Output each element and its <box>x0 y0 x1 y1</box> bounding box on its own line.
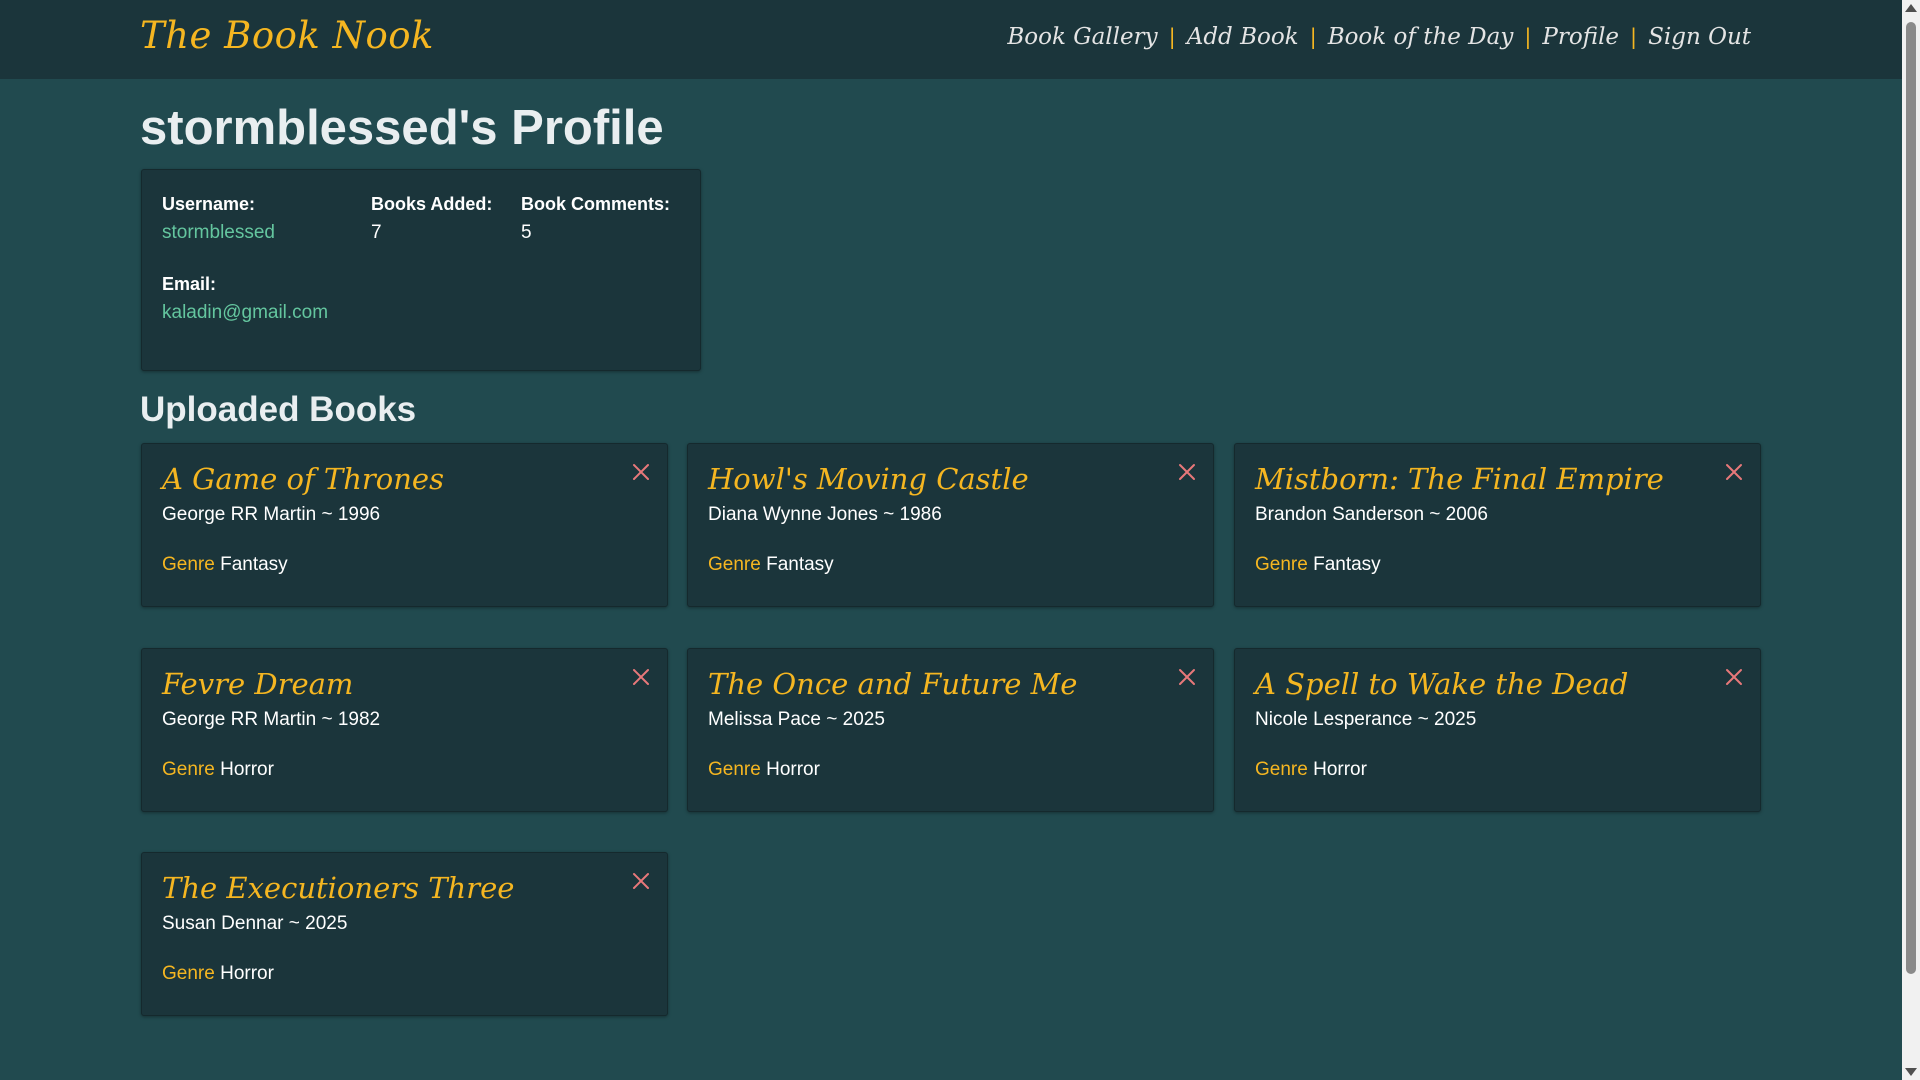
navbar: The Book Nook Book Gallery | Add Book | … <box>0 0 1902 79</box>
genre-label: Genre <box>1255 759 1308 780</box>
book-card[interactable]: The Once and Future Me Melissa Pace ~ 20… <box>687 648 1214 812</box>
brand-logo[interactable]: The Book Nook <box>140 14 434 57</box>
nav-separator: | <box>1630 25 1638 49</box>
book-author-year: George RR Martin ~ 1982 <box>162 709 381 730</box>
profile-card: Username: stormblessed Books Added: 7 Bo… <box>141 169 701 371</box>
nav-add-book[interactable]: Add Book <box>1187 24 1299 50</box>
nav-links: Book Gallery | Add Book | Book of the Da… <box>1007 24 1751 50</box>
book-author-year: George RR Martin ~ 1996 <box>162 504 381 525</box>
book-card[interactable]: Fevre Dream George RR Martin ~ 1982 Genr… <box>141 648 668 812</box>
genre-label: Genre <box>162 759 215 780</box>
book-title[interactable]: The Executioners Three <box>162 871 514 905</box>
genre-value: Horror <box>220 963 274 984</box>
genre-label: Genre <box>708 759 761 780</box>
book-title[interactable]: A Game of Thrones <box>162 462 444 496</box>
book-author-year: Nicole Lesperance ~ 2025 <box>1255 709 1477 730</box>
close-icon[interactable] <box>1724 667 1744 687</box>
book-author-year: Melissa Pace ~ 2025 <box>708 709 885 730</box>
books-added-value: 7 <box>371 222 382 243</box>
close-icon[interactable] <box>1177 462 1197 482</box>
genre-label: Genre <box>162 963 215 984</box>
uploaded-books-heading: Uploaded Books <box>140 390 417 429</box>
email-field: Email: kaladin@gmail.com <box>162 274 328 324</box>
genre-value: Horror <box>766 759 820 780</box>
book-card[interactable]: Mistborn: The Final Empire Brandon Sande… <box>1234 443 1761 607</box>
book-genre: Genre Fantasy <box>708 554 834 576</box>
close-icon[interactable] <box>631 667 651 687</box>
genre-label: Genre <box>162 554 215 575</box>
scroll-up-icon[interactable] <box>1905 4 1917 12</box>
book-title[interactable]: Fevre Dream <box>162 667 353 701</box>
book-genre: Genre Horror <box>162 963 274 985</box>
book-genre: Genre Horror <box>1255 759 1367 781</box>
book-genre: Genre Fantasy <box>162 554 288 576</box>
book-card[interactable]: A Spell to Wake the Dead Nicole Lesperan… <box>1234 648 1761 812</box>
email-label: Email: <box>162 274 217 294</box>
book-genre: Genre Fantasy <box>1255 554 1381 576</box>
book-title[interactable]: Mistborn: The Final Empire <box>1255 462 1664 496</box>
book-author-year: Susan Dennar ~ 2025 <box>162 913 348 934</box>
book-author-year: Diana Wynne Jones ~ 1986 <box>708 504 942 525</box>
genre-value: Horror <box>220 759 274 780</box>
nav-separator: | <box>1309 25 1317 49</box>
close-icon[interactable] <box>631 462 651 482</box>
genre-value: Horror <box>1313 759 1367 780</box>
comments-field: Book Comments: 5 <box>521 194 670 244</box>
comments-label: Book Comments: <box>521 194 671 214</box>
book-genre: Genre Horror <box>708 759 820 781</box>
genre-value: Fantasy <box>766 554 834 575</box>
book-card[interactable]: A Game of Thrones George RR Martin ~ 199… <box>141 443 668 607</box>
nav-separator: | <box>1524 25 1532 49</box>
genre-value: Fantasy <box>1313 554 1381 575</box>
scroll-thumb[interactable] <box>1906 22 1916 974</box>
scroll-down-icon[interactable] <box>1905 1068 1917 1076</box>
book-title[interactable]: The Once and Future Me <box>708 667 1077 701</box>
book-title[interactable]: Howl's Moving Castle <box>708 462 1029 496</box>
book-genre: Genre Horror <box>162 759 274 781</box>
nav-sign-out[interactable]: Sign Out <box>1648 24 1751 50</box>
book-author-year: Brandon Sanderson ~ 2006 <box>1255 504 1488 525</box>
book-card[interactable]: The Executioners Three Susan Dennar ~ 20… <box>141 852 668 1016</box>
genre-label: Genre <box>708 554 761 575</box>
username-value: stormblessed <box>162 222 275 243</box>
books-added-label: Books Added: <box>371 194 493 214</box>
close-icon[interactable] <box>631 871 651 891</box>
nav-book-gallery[interactable]: Book Gallery <box>1007 24 1157 50</box>
nav-profile[interactable]: Profile <box>1542 24 1619 50</box>
nav-separator: | <box>1168 25 1176 49</box>
nav-book-of-the-day[interactable]: Book of the Day <box>1328 24 1514 50</box>
books-added-field: Books Added: 7 <box>371 194 492 244</box>
close-icon[interactable] <box>1177 667 1197 687</box>
email-value: kaladin@gmail.com <box>162 302 329 323</box>
close-icon[interactable] <box>1724 462 1744 482</box>
comments-value: 5 <box>521 222 532 243</box>
book-title[interactable]: A Spell to Wake the Dead <box>1255 667 1628 701</box>
page-title: stormblessed's Profile <box>140 101 664 155</box>
book-card[interactable]: Howl's Moving Castle Diana Wynne Jones ~… <box>687 443 1214 607</box>
genre-label: Genre <box>1255 554 1308 575</box>
username-label: Username: <box>162 194 256 214</box>
genre-value: Fantasy <box>220 554 288 575</box>
username-field: Username: stormblessed <box>162 194 275 244</box>
scrollbar[interactable] <box>1902 0 1920 1080</box>
